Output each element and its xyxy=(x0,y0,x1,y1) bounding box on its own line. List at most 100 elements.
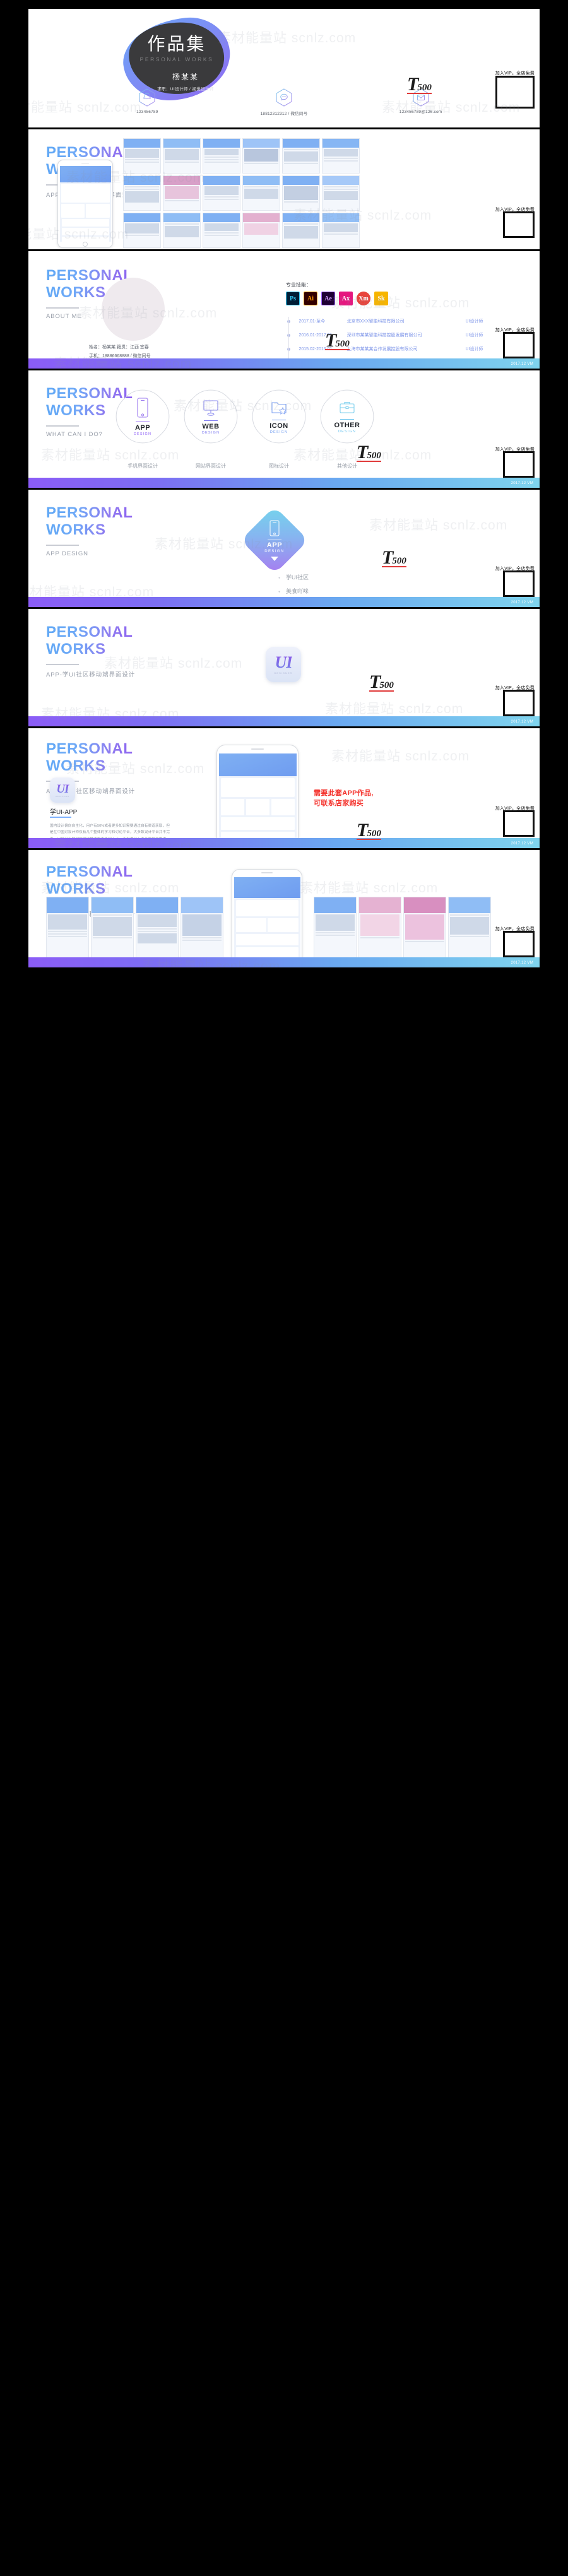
footer-gradient-bar xyxy=(28,838,540,848)
service-card-icon[interactable]: ICON DESIGN 图标设计 xyxy=(242,380,316,470)
sketch-icon: Sk xyxy=(374,292,388,305)
footer-note: 2017.12 VM xyxy=(511,961,533,965)
phone-mockup xyxy=(57,160,113,248)
phone-mockup xyxy=(216,745,299,848)
badge-title: APP xyxy=(266,541,283,549)
screenshot-thumb xyxy=(163,213,201,248)
vip-label: 加入VIP，全店免费 xyxy=(495,927,535,931)
project-underline xyxy=(50,817,71,818)
hex-shape: APP DESIGN xyxy=(106,380,179,453)
vip-stamp-box xyxy=(503,211,535,238)
page-title: PERSONALWORKS xyxy=(46,864,135,898)
list-item: 美食吖咪 xyxy=(278,584,309,598)
timeline-row: 2016.01-2017.01 深圳市某某智能科技控股发展有限公司 UI设计师 xyxy=(287,328,516,342)
card-caption: 其他设计 xyxy=(337,463,357,469)
card-title: APP xyxy=(134,424,151,432)
mail-icon xyxy=(413,88,429,107)
timeline-company: 上海市某某某合作发展控股有限公司 xyxy=(346,347,418,352)
timeline-company: 深圳市某某智能科技控股发展有限公司 xyxy=(346,333,422,338)
card-caption: 手机界面设计 xyxy=(127,463,158,469)
footer-gradient-bar xyxy=(28,597,540,607)
app-icon-label: UI xyxy=(56,782,69,796)
skills-label: 专业技能： xyxy=(286,282,311,288)
footer-gradient-bar xyxy=(28,358,540,369)
vip-stamp-box xyxy=(503,810,535,837)
screenshot-thumb xyxy=(123,175,161,211)
vip-stamp-box xyxy=(503,931,535,957)
title-rule xyxy=(46,544,79,546)
briefcase-icon xyxy=(340,401,355,413)
card-caption: 网站界面设计 xyxy=(196,463,226,469)
photoshop-icon: Ps xyxy=(286,292,300,305)
badge-sub: DESIGN xyxy=(264,550,285,553)
screenshot-thumb xyxy=(282,175,320,211)
aftereffects-icon: Ae xyxy=(321,292,335,305)
page-heading: PERSONALWORKS APP-学UI社区移动端界面设计 xyxy=(46,624,135,678)
contact-value: 123456789 xyxy=(136,110,158,114)
title-rule xyxy=(46,663,79,665)
app-icon-label: UI xyxy=(275,653,293,671)
cover-author-name: 杨某某 xyxy=(172,73,199,81)
illustrator-icon: Ai xyxy=(304,292,317,305)
screenshot-thumb xyxy=(448,897,491,960)
footer-note: 2017.12 VM xyxy=(511,601,533,605)
screenshot-thumb xyxy=(358,897,401,960)
cover-title-cn: 作品集 xyxy=(147,34,206,54)
app-design-page: PERSONALWORKS APP DESIGN APP DESIGN 学UI社… xyxy=(28,490,540,607)
footer-gradient-bar xyxy=(28,478,540,488)
service-card-app[interactable]: APP DESIGN 手机界面设计 xyxy=(106,380,179,470)
app-design-badge: APP DESIGN xyxy=(240,506,309,574)
folder-star-icon xyxy=(271,402,287,415)
page-title: PERSONALWORKS xyxy=(46,624,135,658)
screenshot-thumb xyxy=(282,213,320,248)
cover-text: 作品集 PERSONAL WORKS 杨某某 求职：UI设计师 / 视觉设计师 xyxy=(129,30,224,92)
page-heading: PERSONAL WORKS APP DESIGN xyxy=(46,505,133,557)
avatar xyxy=(102,278,165,341)
screenshot-thumb xyxy=(282,138,320,174)
phone-icon xyxy=(137,398,148,418)
vip-stamp-box xyxy=(503,570,535,597)
project-detail-page: PERSONAL WORKS APP-学UI社区移动端界面设计 UI DESIGN… xyxy=(28,728,540,848)
monitor-icon xyxy=(203,400,218,416)
screenshot-thumb xyxy=(123,213,161,248)
app-icon-sub: DESIGNER xyxy=(55,795,70,798)
service-card-other[interactable]: OTHER DESIGN 其他设计 xyxy=(311,380,384,470)
service-cards: APP DESIGN 手机界面设计 WEB DESIGN 网站界面设计 ICON… xyxy=(106,380,384,470)
service-card-web[interactable]: WEB DESIGN 网站界面设计 xyxy=(174,380,247,470)
timeline-role: UI设计师 xyxy=(465,319,483,324)
t500-logo: T500 xyxy=(357,820,381,841)
screenshot-thumb xyxy=(322,213,360,248)
title-rule xyxy=(46,425,79,427)
timeline-company: 北京市XXX智能科技有限公司 xyxy=(346,319,405,324)
screenshot-thumb xyxy=(314,897,357,960)
card-sub: DESIGN xyxy=(338,430,357,434)
app-icon: UI DESIGNER xyxy=(50,777,75,803)
phone-screen xyxy=(59,166,111,242)
contact-item: 18812312312 / 微信同号 xyxy=(237,88,331,116)
phone-icon xyxy=(269,520,280,536)
footer-note: 2017.12 VM xyxy=(511,720,533,724)
card-sub: DESIGN xyxy=(201,431,220,435)
page-subtitle: APP DESIGN xyxy=(46,550,88,557)
hex-shape: WEB DESIGN xyxy=(174,380,247,453)
vip-label: 加入VIP，全店免费 xyxy=(495,71,535,76)
app-icon-sub: DESIGNER xyxy=(274,671,293,675)
screenshot-grid xyxy=(123,138,360,248)
screenshot-thumb xyxy=(322,175,360,211)
contact-list: 123456789 18812312312 / 微信同号 123456789@1… xyxy=(28,88,540,116)
page-title: PERSONALWORKS xyxy=(46,741,135,775)
screenshot-thumb xyxy=(203,175,240,211)
list-item: 学UI社区 xyxy=(278,570,309,584)
screenshot-thumb xyxy=(403,897,446,960)
purchase-notice: 需要此套APP作品, 可联系店家购买 xyxy=(314,789,374,807)
page-subtitle: APP-学UI社区移动端界面设计 xyxy=(46,671,136,678)
hex-shape: OTHER DESIGN xyxy=(311,380,384,453)
vip-stamp-box xyxy=(495,76,535,109)
vip-label: 加入VIP，全店免费 xyxy=(495,328,535,333)
about-me-page: PERSONAL WORKS ABOUT ME 姓名：杨某某 籍贯：江西 宜春 手… xyxy=(28,251,540,369)
vip-label: 加入VIP，全店免费 xyxy=(495,208,535,212)
vip-stamp-box xyxy=(503,332,535,358)
phone-mockup xyxy=(232,869,302,967)
card-caption: 图标设计 xyxy=(269,463,289,469)
contact-value: 18812312312 / 微信同号 xyxy=(260,112,308,116)
